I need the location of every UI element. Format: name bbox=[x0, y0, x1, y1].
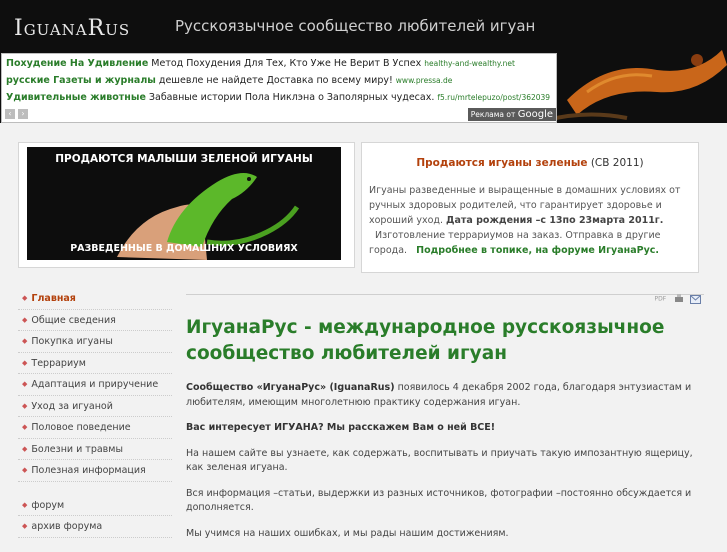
promo-heading: Продаются игуаны зеленые (СВ 2011) bbox=[362, 157, 698, 169]
menu-item-useful-info[interactable]: ◆ Полезная информация bbox=[18, 460, 172, 482]
bullet-icon: ◆ bbox=[22, 315, 28, 324]
menu-item-label: Половое поведение bbox=[31, 422, 131, 433]
promo-image-title: ПРОДАЮТСЯ МАЛЫШИ ЗЕЛЕНОЙ ИГУАНЫ bbox=[55, 153, 313, 165]
bullet-icon: ◆ bbox=[22, 294, 28, 302]
menu-item-forum[interactable]: ◆ форум bbox=[18, 495, 172, 516]
menu-item-label: Общие сведения bbox=[31, 314, 116, 326]
menu-item-care[interactable]: ◆ Уход за игуаной bbox=[18, 396, 172, 417]
site-tagline: Русскоязычное сообщество любителей игуан bbox=[175, 17, 536, 35]
intro-bold: Сообщество «ИгуанаРус» (IguanaRus) bbox=[186, 382, 395, 393]
menu-item-adaptation[interactable]: ◆ Адаптация и приручение bbox=[18, 374, 172, 396]
ad-url[interactable]: www.pressa.de bbox=[396, 76, 453, 85]
ad-prev-button[interactable]: ‹ bbox=[5, 109, 15, 119]
ad-item[interactable]: Удивительные животные Забавные истории По… bbox=[6, 92, 550, 103]
ad-item[interactable]: Похудение На Удивление Метод Похудения Дл… bbox=[6, 58, 515, 69]
ad-text: Метод Похудения Для Тех, Кто Уже Не Вери… bbox=[151, 58, 422, 69]
print-icon[interactable] bbox=[674, 294, 684, 304]
ad-title[interactable]: Похудение На Удивление bbox=[6, 58, 148, 69]
ad-item[interactable]: русские Газеты и журналы дешевле не найде… bbox=[6, 75, 452, 86]
menu-item-terrarium[interactable]: ◆ Террариум bbox=[18, 353, 172, 374]
promo-body: Игуаны разведенные и выращенные в домашн… bbox=[369, 183, 689, 258]
promo-heading-note: (СВ 2011) bbox=[590, 157, 644, 169]
paragraph: Вся информация –статьи, выдержки из разн… bbox=[186, 487, 692, 514]
google-logo: Google bbox=[517, 109, 553, 120]
title-divider bbox=[186, 294, 704, 295]
menu-item-label: Покупка игуаны bbox=[31, 336, 113, 347]
sidebar-menu: ◆ Главная ◆ Общие сведения ◆ Покупка игуаны… bbox=[18, 288, 172, 538]
menu-item-label: Главная bbox=[31, 293, 76, 304]
bullet-icon: ◆ bbox=[22, 444, 28, 453]
bullet-icon: ◆ bbox=[22, 401, 28, 410]
promo-box: Продаются игуаны зеленые (СВ 2011) Игуан… bbox=[361, 142, 699, 273]
menu-item-diseases[interactable]: ◆ Болезни и травмы bbox=[18, 439, 172, 460]
intro-paragraph: Сообщество «ИгуанаРус» (IguanaRus) появи… bbox=[186, 381, 704, 410]
promo-forum-link[interactable]: Подробнее в топике, на форуме ИгуанаРус. bbox=[416, 245, 659, 256]
question-paragraph: Вас интересует ИГУАНА? Мы расскажем Вам … bbox=[186, 421, 704, 436]
site-header: IguanaRus Русскоязычное сообщество любит… bbox=[0, 0, 727, 123]
menu-item-label: форум bbox=[31, 499, 65, 511]
paragraph: Мы учимся на наших ошибках, и мы рады на… bbox=[186, 527, 509, 539]
ad-title[interactable]: русские Газеты и журналы bbox=[6, 75, 156, 86]
iguana-header-image bbox=[547, 30, 727, 123]
menu-item-buying[interactable]: ◆ Покупка игуаны bbox=[18, 331, 172, 353]
promo-image[interactable]: ПРОДАЮТСЯ МАЛЫШИ ЗЕЛЕНОЙ ИГУАНЫ РАЗВЕДЕН… bbox=[27, 147, 341, 260]
question-text: Вас интересует ИГУАНА? Мы расскажем Вам … bbox=[186, 422, 496, 433]
bullet-icon: ◆ bbox=[22, 500, 28, 509]
menu-item-label: Адаптация и приручение bbox=[31, 379, 159, 390]
ads-by-label: Реклама от bbox=[470, 110, 516, 119]
bullet-icon: ◆ bbox=[22, 466, 28, 474]
page-title: ИгуанаРус - международное русскоязычное … bbox=[186, 317, 665, 364]
ad-banner: Похудение На Удивление Метод Похудения Дл… bbox=[1, 53, 557, 123]
bullet-icon: ◆ bbox=[22, 337, 28, 345]
bullet-icon: ◆ bbox=[22, 380, 28, 388]
promo-date: Дата рождения –с 13по 23марта 2011г. bbox=[446, 215, 664, 226]
menu-item-forum-archive[interactable]: ◆ архив форума bbox=[18, 516, 172, 538]
menu-item-home[interactable]: ◆ Главная bbox=[18, 288, 172, 310]
pdf-icon[interactable]: PDF bbox=[654, 296, 666, 303]
main-content: PDF ИгуанаРус - международное русскоязыч… bbox=[186, 294, 704, 552]
bullet-icon: ◆ bbox=[22, 522, 28, 530]
page-tools: PDF bbox=[654, 294, 701, 304]
ad-url[interactable]: f5.ru/mrtelepuzo/post/362039 bbox=[437, 93, 550, 102]
ad-title[interactable]: Удивительные животные bbox=[6, 92, 146, 103]
menu-item-label: Полезная информация bbox=[31, 465, 146, 476]
bullet-icon: ◆ bbox=[22, 423, 28, 431]
ad-next-button[interactable]: › bbox=[18, 109, 28, 119]
paragraph: На нашем сайте вы узнаете, как содержать… bbox=[186, 447, 693, 474]
ad-text: дешевле не найдете Доставка по всему мир… bbox=[158, 75, 393, 86]
ad-text: Забавные истории Пола Никлэна о Заполярн… bbox=[148, 92, 435, 103]
promo-heading-main: Продаются игуаны зеленые bbox=[416, 157, 588, 169]
menu-gap bbox=[18, 482, 172, 495]
menu-item-label: Террариум bbox=[31, 357, 86, 369]
menu-item-label: Болезни и травмы bbox=[31, 443, 123, 455]
menu-item-label: Уход за игуаной bbox=[31, 400, 113, 412]
site-logo[interactable]: IguanaRus bbox=[14, 16, 130, 41]
bullet-icon: ◆ bbox=[22, 358, 28, 367]
ads-by-google[interactable]: Реклама от Google bbox=[467, 108, 556, 121]
menu-item-label: архив форума bbox=[31, 521, 103, 532]
menu-item-general[interactable]: ◆ Общие сведения bbox=[18, 310, 172, 331]
menu-item-sexual-behavior[interactable]: ◆ Половое поведение bbox=[18, 417, 172, 439]
ad-url[interactable]: healthy-and-wealthy.net bbox=[424, 59, 515, 68]
email-icon[interactable] bbox=[690, 294, 701, 304]
promo-image-caption: РАЗВЕДЕННЫЕ В ДОМАШНИХ УСЛОВИЯХ bbox=[70, 243, 298, 254]
